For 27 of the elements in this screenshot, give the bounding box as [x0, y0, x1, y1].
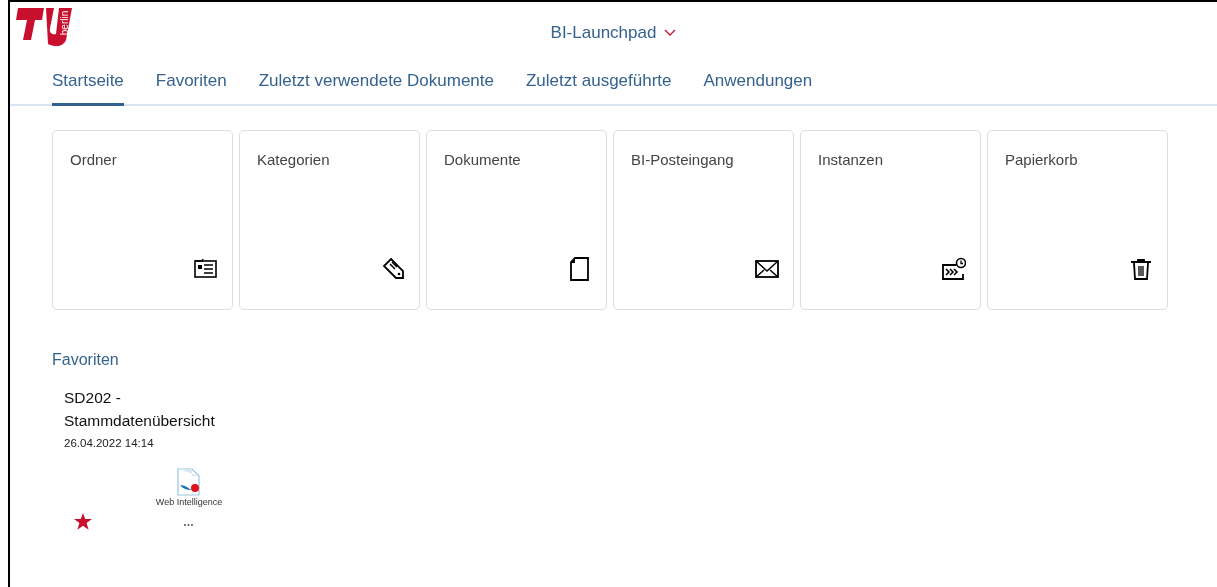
logo-icon — [16, 8, 72, 47]
document-icon — [568, 257, 592, 281]
nav-tab[interactable]: Zuletzt ausgeführte — [526, 67, 672, 106]
launch-tile[interactable]: Papierkorb — [987, 130, 1168, 310]
section-heading: Favoriten — [52, 350, 120, 370]
launch-tile[interactable]: Ordner — [52, 130, 233, 310]
chevron-down-icon — [664, 29, 677, 37]
launch-tile[interactable]: Kategorien — [239, 130, 420, 310]
launch-tile[interactable]: BI-Posteingang — [613, 130, 794, 310]
nav-tab[interactable]: Favoriten — [155, 67, 227, 106]
document-title[interactable]: SD202 - Stammdatenübersicht — [64, 386, 244, 433]
trash-icon — [1129, 257, 1153, 281]
favorite-star-icon[interactable] — [74, 513, 92, 530]
nav-tab[interactable]: Zuletzt verwendete Dokumente — [258, 67, 494, 106]
nav-tab[interactable]: Anwendungen — [703, 67, 813, 106]
clock-arrows-icon — [942, 257, 966, 281]
report-file-icon — [177, 468, 201, 496]
nav-tab[interactable]: Startseite — [52, 67, 124, 106]
tag-icon — [381, 257, 405, 281]
envelope-icon — [755, 257, 779, 281]
document-type: Web Intelligence — [154, 496, 224, 509]
document-date: 26.04.2022 14:14 — [64, 435, 155, 451]
launch-tile[interactable]: Instanzen — [800, 130, 981, 310]
logo-text: berlin — [59, 10, 70, 36]
folder-icon — [194, 257, 218, 281]
launch-tile[interactable]: Dokumente — [426, 130, 607, 310]
title-menu[interactable]: BI-Launchpad — [550, 20, 677, 46]
